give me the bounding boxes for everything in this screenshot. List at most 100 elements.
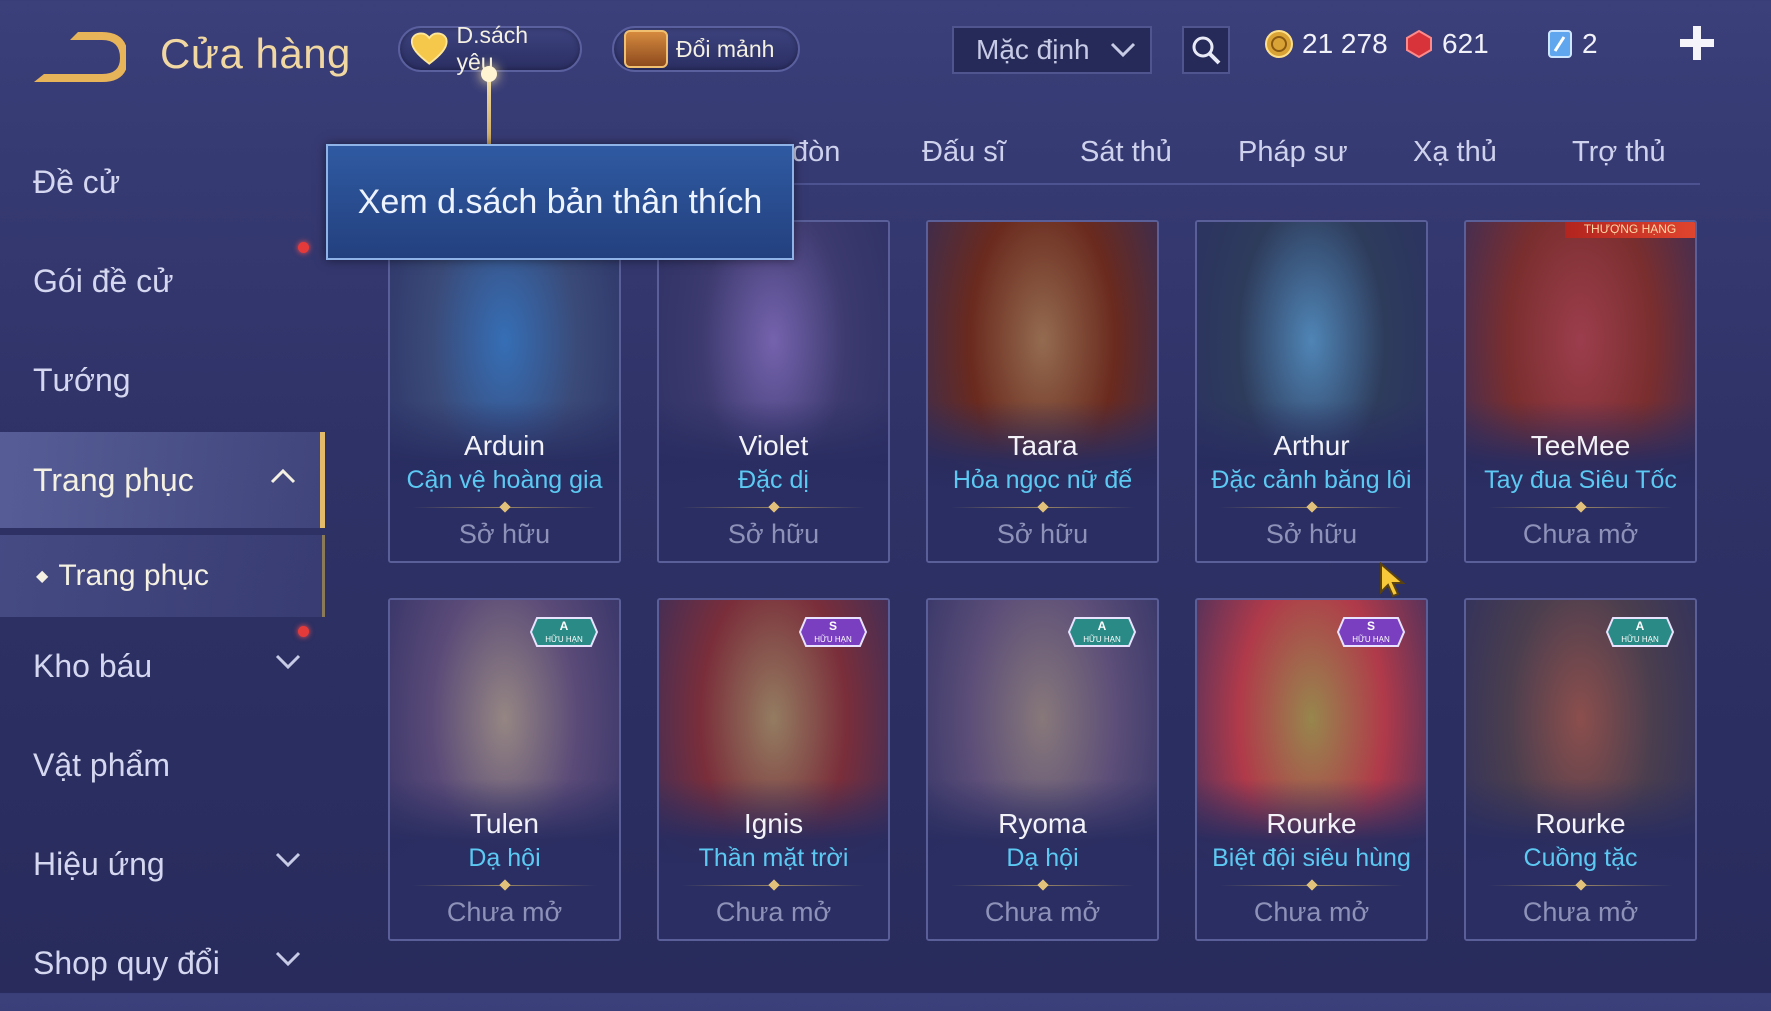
badge-text: HỮU HẠN	[1083, 635, 1121, 644]
sidebar-item-featured-packs[interactable]: Gói đề cử	[0, 233, 325, 329]
badge-text: HỮU HẠN	[1621, 635, 1659, 644]
badge-text: HỮU HẠN	[814, 635, 852, 644]
ticket-amount: 2	[1582, 28, 1598, 59]
badge-tier: A	[560, 619, 569, 633]
skin-card[interactable]: A HỮU HẠN Tulen Dạ hội Chưa mở	[388, 598, 621, 941]
skin-name: Cận vệ hoàng gia	[406, 466, 603, 494]
sidebar-item-featured[interactable]: Đề cử	[0, 134, 325, 230]
sidebar-subitem-label: Trang phục	[58, 559, 209, 592]
limited-badge-icon: A HỮU HẠN	[1067, 617, 1137, 647]
badge-tier: A	[1636, 619, 1645, 633]
ticket-icon	[1548, 30, 1572, 58]
skin-name: Biệt đội siêu hùng	[1212, 844, 1411, 872]
chevron-down-icon	[1110, 42, 1136, 58]
gem-currency: 621	[1404, 28, 1489, 60]
skin-card[interactable]: Arthur Đặc cảnh băng lôi Sở hữu	[1195, 220, 1428, 563]
sidebar-item-skins[interactable]: Trang phục	[0, 432, 325, 528]
badge-text: HỮU HẠN	[545, 635, 583, 644]
sort-dropdown[interactable]: Mặc định	[952, 26, 1152, 74]
back-arrow-icon[interactable]	[30, 30, 126, 82]
skin-name: Tay đua Siêu Tốc	[1484, 466, 1677, 494]
gold-currency: 21 278	[1264, 28, 1388, 60]
ownership-status: Chưa mở	[1253, 897, 1370, 927]
skin-card[interactable]: Taara Hỏa ngọc nữ đế Sở hữu	[926, 220, 1159, 563]
red-gem-icon	[1406, 29, 1432, 59]
hero-name: TeeMee	[1530, 430, 1631, 461]
hero-name: Arthur	[1273, 430, 1350, 461]
hero-name: Tulen	[469, 808, 539, 839]
sidebar-item-label: Đề cử	[33, 163, 121, 200]
ownership-status: Sở hữu	[727, 519, 820, 549]
add-icon[interactable]	[1676, 22, 1718, 64]
sidebar-item-treasure[interactable]: Kho báu	[0, 618, 325, 714]
chevron-down-icon	[275, 654, 301, 670]
hero-name: Rourke	[1266, 808, 1357, 839]
sidebar-item-exchange-shop[interactable]: Shop quy đổi	[0, 915, 325, 1011]
skin-card[interactable]: A HỮU HẠN Ryoma Dạ hội Chưa mở	[926, 598, 1159, 941]
favorites-tooltip: Xem d.sách bản thân thích	[326, 144, 794, 260]
badge-tier: S	[1367, 619, 1375, 633]
skin-card[interactable]: A HỮU HẠN Rourke Cuồng tặc Chưa mở	[1464, 598, 1697, 941]
skin-card[interactable]: Violet Đặc dị Sở hữu	[657, 220, 890, 563]
exchange-shards-label: Đổi mảnh	[676, 35, 775, 62]
skin-card[interactable]: Arduin Cận vệ hoàng gia Sở hữu	[388, 220, 621, 563]
sidebar-item-label: Trang phục	[33, 461, 194, 498]
tab-support[interactable]: Trợ thủ	[1572, 136, 1666, 169]
skin-card[interactable]: S HỮU HẠN Ignis Thần mặt trời Chưa mở	[657, 598, 890, 941]
skin-name: Dạ hội	[1006, 844, 1079, 872]
tab-fighter[interactable]: Đấu sĩ	[922, 136, 1006, 169]
favorites-list-label: D.sách yêu	[456, 22, 529, 75]
sidebar-item-heroes[interactable]: Tướng	[0, 332, 325, 428]
ownership-status: Sở hữu	[1265, 519, 1358, 549]
sidebar-item-label: Hiệu ứng	[33, 845, 165, 882]
skin-card[interactable]: THƯỢNG HẠNG TeeMee Tay đua Siêu Tốc Chưa mở	[1464, 220, 1697, 563]
hero-name: Arduin	[464, 430, 545, 461]
skin-card[interactable]: S HỮU HẠN Rourke Biệt đội siêu hùng Chưa mở	[1195, 598, 1428, 941]
sidebar-subitem-skins[interactable]: ◆ Trang phục	[0, 535, 325, 617]
tooltip-anchor-dot	[481, 66, 497, 82]
tab-tank[interactable]: đòn	[792, 136, 840, 169]
hero-name: Ryoma	[998, 808, 1087, 839]
notification-dot	[298, 242, 309, 253]
skin-name: Cuồng tặc	[1523, 844, 1638, 872]
sidebar-item-label: Kho báu	[33, 647, 153, 684]
mouse-cursor-icon	[1380, 562, 1406, 598]
ownership-status: Sở hữu	[996, 519, 1089, 549]
limited-badge-icon: S HỮU HẠN	[798, 617, 868, 647]
ownership-status: Chưa mở	[984, 897, 1101, 927]
skin-name: Thần mặt trời	[698, 844, 849, 872]
sidebar-item-items[interactable]: Vật phẩm	[0, 717, 325, 813]
ticket-currency: 2	[1546, 28, 1598, 60]
sidebar-item-label: Vật phẩm	[33, 746, 170, 783]
search-icon	[1192, 36, 1221, 65]
hero-name: Violet	[738, 430, 809, 461]
ownership-status: Chưa mở	[446, 897, 563, 927]
tab-marksman[interactable]: Xạ thủ	[1413, 136, 1497, 169]
hero-name: Taara	[1007, 430, 1078, 461]
gold-amount: 21 278	[1302, 28, 1388, 59]
search-button[interactable]	[1182, 26, 1230, 74]
tab-mage[interactable]: Pháp sư	[1238, 136, 1348, 169]
tooltip-text: Xem d.sách bản thân thích	[357, 182, 763, 221]
gem-amount: 621	[1442, 28, 1489, 59]
limited-badge-icon: A HỮU HẠN	[529, 617, 599, 647]
sidebar-item-label: Tướng	[33, 361, 131, 398]
chevron-down-icon	[275, 852, 301, 868]
exchange-shards-button[interactable]: Đổi mảnh	[612, 26, 800, 72]
premium-ribbon: THƯỢNG HẠNG	[1565, 222, 1695, 238]
chest-icon	[624, 30, 668, 68]
heart-icon	[410, 32, 448, 65]
sidebar-item-label: Shop quy đổi	[33, 944, 220, 981]
hero-name: Rourke	[1535, 808, 1626, 839]
sidebar-item-effects[interactable]: Hiệu ứng	[0, 816, 325, 912]
ownership-status: Sở hữu	[458, 519, 551, 549]
ownership-status: Chưa mở	[1522, 897, 1639, 927]
chevron-down-icon	[275, 951, 301, 967]
chevron-up-icon	[270, 468, 296, 484]
sort-selected-value: Mặc định	[976, 34, 1090, 65]
badge-text: HỮU HẠN	[1352, 635, 1390, 644]
sidebar-item-label: Gói đề cử	[33, 262, 174, 299]
tab-assassin[interactable]: Sát thủ	[1080, 136, 1172, 169]
hero-name: Ignis	[743, 808, 804, 839]
badge-tier: S	[829, 619, 837, 633]
